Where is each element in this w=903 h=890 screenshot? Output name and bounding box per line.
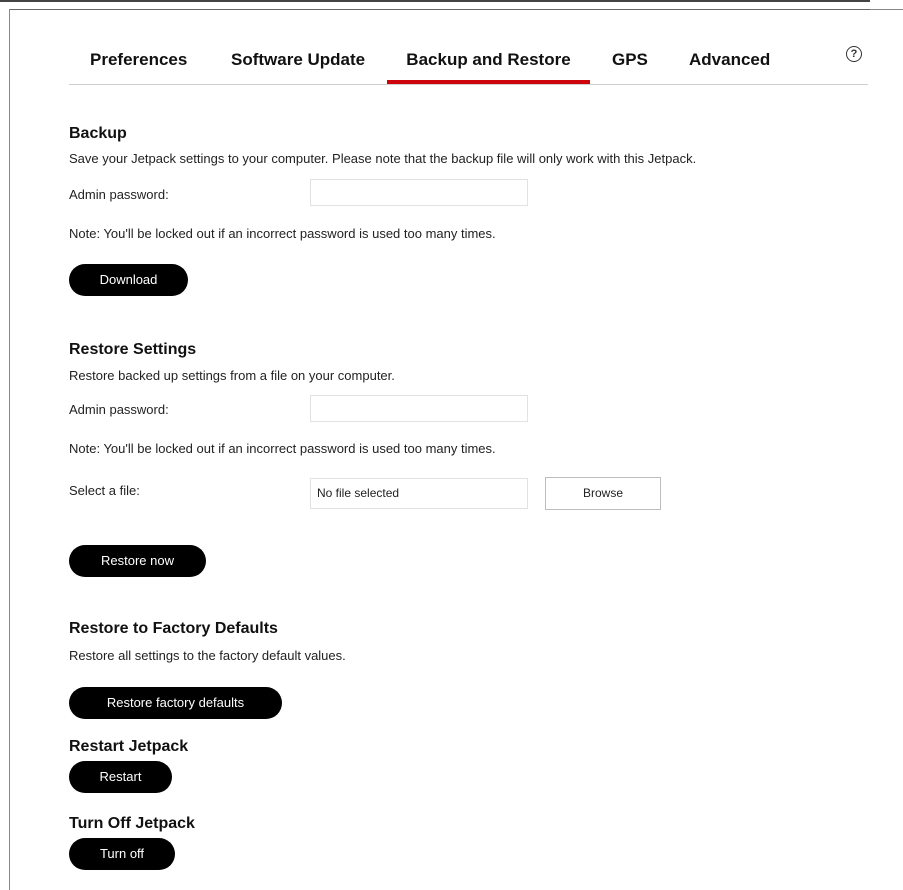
turn-off-button[interactable]: Turn off <box>69 838 175 870</box>
restore-settings-heading: Restore Settings <box>69 341 197 358</box>
restart-heading: Restart Jetpack <box>69 738 189 755</box>
browse-button[interactable]: Browse <box>545 477 661 510</box>
backup-password-label: Admin password: <box>69 187 169 202</box>
restore-password-label: Admin password: <box>69 402 169 417</box>
backup-lockout-note: Note: You'll be locked out if an incorre… <box>69 226 496 241</box>
factory-defaults-heading: Restore to Factory Defaults <box>69 620 278 637</box>
tab-software-update[interactable]: Software Update <box>231 40 365 83</box>
tab-advanced[interactable]: Advanced <box>689 40 770 83</box>
restart-button[interactable]: Restart <box>69 761 172 793</box>
restore-settings-description: Restore backed up settings from a file o… <box>69 368 395 383</box>
backup-heading: Backup <box>69 125 127 142</box>
backup-password-input[interactable] <box>310 179 528 206</box>
selected-file-field[interactable]: No file selected <box>310 478 528 509</box>
restore-now-button[interactable]: Restore now <box>69 545 206 577</box>
window-top-border <box>0 0 870 2</box>
restore-password-input[interactable] <box>310 395 528 422</box>
settings-tabs: Preferences Software Update Backup and R… <box>69 40 868 85</box>
help-icon[interactable]: ? <box>846 46 862 62</box>
factory-defaults-description: Restore all settings to the factory defa… <box>69 648 346 663</box>
tab-backup-and-restore[interactable]: Backup and Restore <box>387 40 590 84</box>
tab-gps[interactable]: GPS <box>612 40 648 83</box>
backup-description: Save your Jetpack settings to your compu… <box>69 151 697 166</box>
restore-lockout-note: Note: You'll be locked out if an incorre… <box>69 441 496 456</box>
panel-left-border <box>9 9 10 890</box>
turn-off-heading: Turn Off Jetpack <box>69 815 195 832</box>
tab-preferences[interactable]: Preferences <box>90 40 187 83</box>
restore-factory-defaults-button[interactable]: Restore factory defaults <box>69 687 282 719</box>
select-file-label: Select a file: <box>69 483 140 498</box>
download-button[interactable]: Download <box>69 264 188 296</box>
panel-top-border <box>9 9 879 10</box>
panel-top-border-extension <box>870 9 903 10</box>
